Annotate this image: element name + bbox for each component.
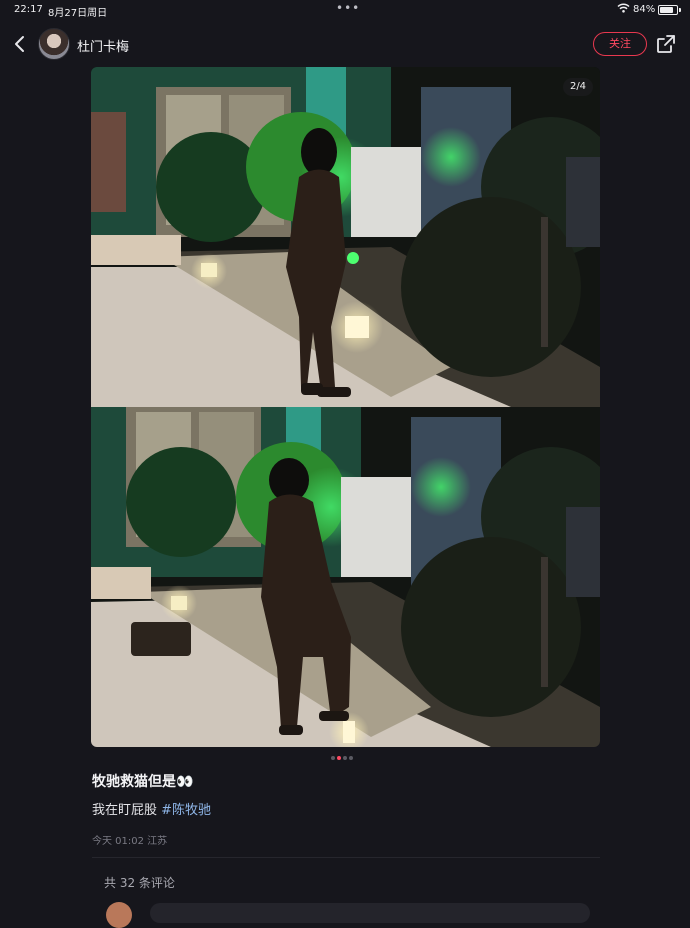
comment-user-avatar[interactable] (106, 902, 132, 928)
carousel-page-counter: 2/4 (563, 78, 593, 96)
status-date: 8月27日周日 (48, 8, 108, 19)
comment-count: 共 32 条评论 (104, 876, 175, 890)
note-header: 杜门卡梅 关注 (0, 24, 690, 64)
status-time: 22:17 (14, 4, 43, 15)
divider (92, 857, 600, 858)
battery-percent: 84% (633, 4, 656, 15)
post-photo-top (91, 67, 600, 407)
post-body-text: 我在盯屁股 (92, 803, 162, 818)
chevron-left-icon[interactable] (10, 32, 30, 56)
follow-button[interactable]: 关注 (593, 32, 647, 56)
share-icon[interactable] (656, 34, 676, 54)
post-photo-bottom (91, 407, 600, 747)
author-name[interactable]: 杜门卡梅 (77, 36, 129, 55)
carousel-dot (343, 756, 347, 760)
wifi-icon (617, 3, 630, 13)
carousel-dot (331, 756, 335, 760)
hashtag-link[interactable]: #陈牧驰 (161, 803, 211, 818)
battery-icon (658, 5, 681, 15)
multitasking-dots-icon[interactable]: ••• (336, 1, 360, 15)
author-avatar[interactable] (38, 28, 70, 60)
carousel-dots (331, 756, 361, 760)
post-title: 牧驰救猫但是👀 (92, 774, 194, 790)
battery-cap (679, 8, 681, 12)
battery-fill (660, 7, 674, 13)
carousel-dot (337, 756, 341, 760)
carousel-dot (349, 756, 353, 760)
post-image-carousel[interactable] (91, 67, 600, 747)
comment-input[interactable] (150, 903, 590, 923)
status-bar: 22:17 8月27日周日 ••• 84% (0, 0, 690, 20)
post-body: 我在盯屁股 #陈牧驰 (92, 799, 211, 818)
post-meta: 今天 01:02 江苏 (92, 836, 168, 847)
